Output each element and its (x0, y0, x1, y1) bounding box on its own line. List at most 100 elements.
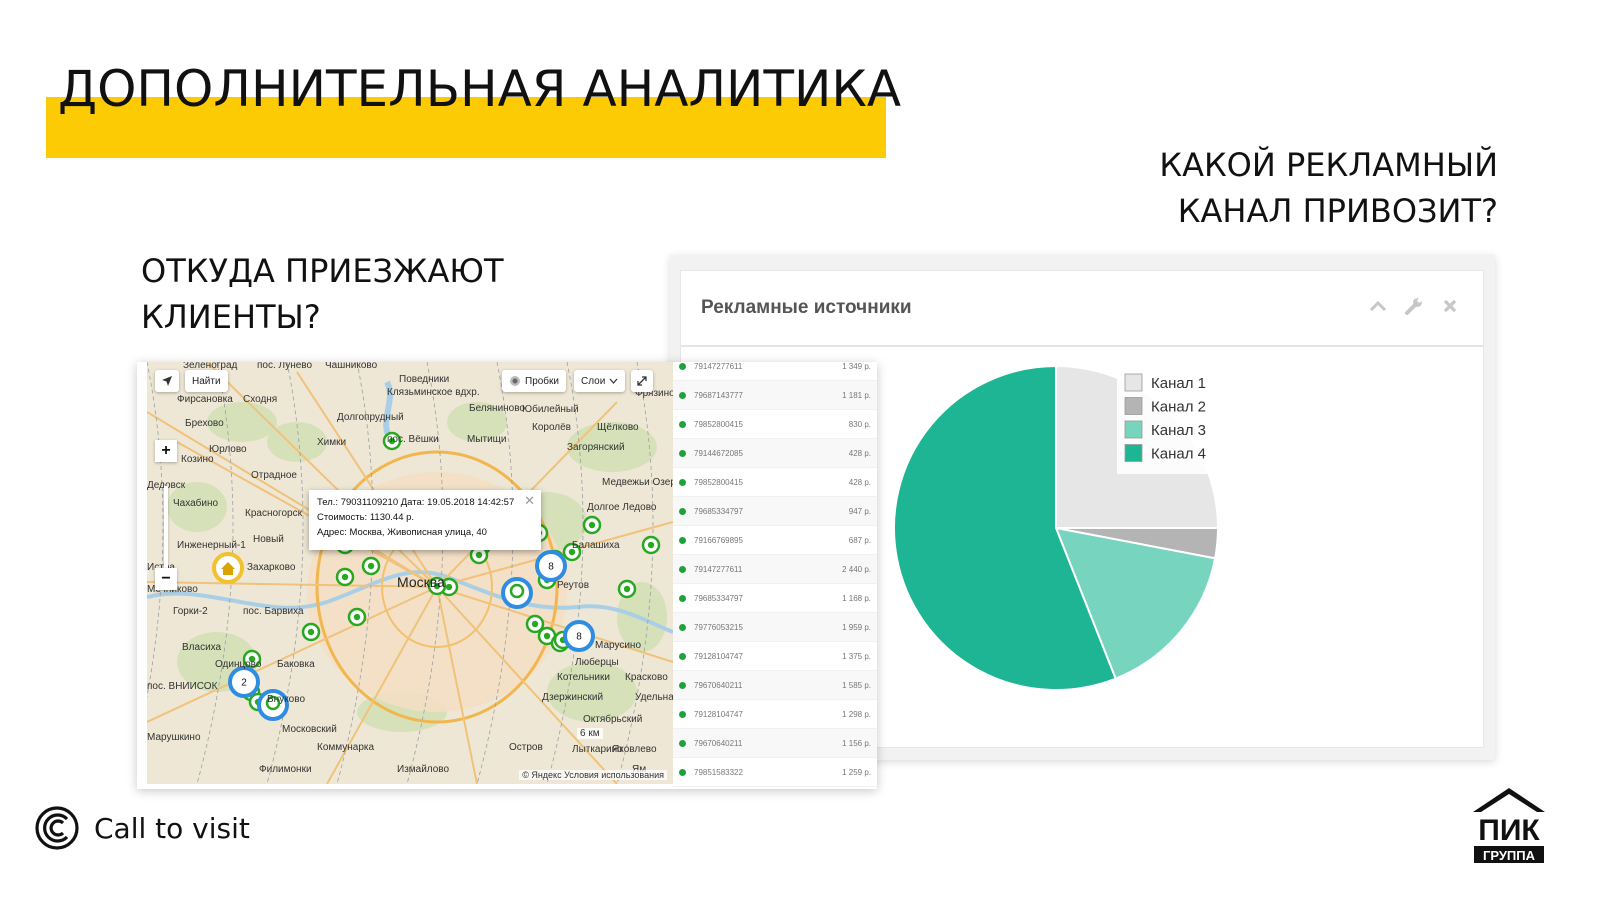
office-home-marker[interactable] (212, 552, 244, 584)
zoom-in-button[interactable]: + (155, 440, 177, 462)
client-marker[interactable] (582, 515, 602, 535)
call-price: 1 375 р. (842, 651, 871, 661)
map-place-label: Власиха (182, 642, 222, 653)
client-marker[interactable] (617, 579, 637, 599)
fullscreen-button[interactable] (631, 370, 653, 392)
map-place-label: Новый (253, 534, 284, 545)
client-marker[interactable] (641, 535, 661, 555)
call-row[interactable]: 79128104747 1 298 р. (673, 700, 877, 729)
call-row[interactable]: 79851583322 1 259 р. (673, 758, 877, 787)
map-place-label: Захарково (247, 562, 296, 573)
call-row[interactable]: 79144672085 428 р. (673, 439, 877, 468)
marker-cluster[interactable]: 2 (228, 666, 260, 698)
map-place-label: Московский (282, 724, 337, 735)
legend-swatch-2 (1124, 397, 1143, 415)
popup-cost: Стоимость: 1130.44 р. (317, 512, 415, 523)
status-dot-icon (679, 507, 686, 515)
map-place-label: Коммунарка (317, 742, 375, 753)
call-row[interactable]: 79147277611 2 440 р. (673, 555, 877, 584)
legend-swatch-3 (1124, 420, 1143, 439)
call-row[interactable]: 79852800415 830 р. (673, 410, 877, 439)
call-phone: 79144672085 (694, 448, 743, 458)
close-icon (1443, 299, 1457, 313)
call-row[interactable]: 79670640211 1 156 р. (673, 729, 877, 758)
map-place-label: Чашниково (325, 362, 378, 371)
map-place-label: Удельная (635, 692, 673, 703)
marker-cluster[interactable] (501, 577, 533, 609)
settings-button[interactable] (1403, 295, 1425, 317)
client-marker[interactable] (301, 622, 321, 642)
map-place-label: пос. Барвиха (243, 606, 304, 617)
call-to-visit-mark-icon (35, 806, 79, 850)
map-place-label: Юрлово (209, 444, 247, 455)
call-row[interactable]: 79670640211 1 585 р. (673, 671, 877, 700)
map-place-label: Балашиха (572, 540, 620, 551)
client-marker[interactable] (335, 567, 355, 587)
call-row[interactable]: 79166769895 687 р. (673, 526, 877, 555)
map-place-label: Королёв (532, 422, 571, 433)
call-price: 1 181 р. (842, 390, 871, 400)
map-scale: 6 км (577, 728, 603, 739)
call-to-visit-text: Call to visit (94, 811, 250, 845)
map-with-calls: 882 Зеленоград пос. Лунево Чашниково Поведн… (137, 362, 877, 789)
call-phone: 79147277611 (694, 362, 743, 371)
client-marker[interactable] (361, 556, 381, 576)
question-ad-channel: КАКОЙ РЕКЛАМНЫЙ КАНАЛ ПРИВОЗИТ? (1159, 142, 1498, 234)
call-price: 830 р. (848, 419, 871, 429)
collapse-button[interactable] (1367, 295, 1389, 317)
popup-address: Адрес: Москва, Живописная улица, 40 (317, 527, 487, 538)
question-client-origin-line-2: КЛИЕНТЫ? (141, 298, 321, 336)
close-panel-button[interactable] (1439, 295, 1461, 317)
call-row[interactable]: 79685334797 1 168 р. (673, 584, 877, 613)
slide-title: ДОПОЛНИТЕЛЬНАЯ АНАЛИТИКА (58, 60, 902, 118)
map-search-button[interactable]: Найти (185, 370, 228, 392)
status-dot-icon (679, 449, 686, 457)
layers-button[interactable]: Слои (574, 370, 626, 392)
marker-cluster[interactable]: 8 (535, 550, 567, 582)
status-dot-icon (679, 768, 686, 776)
map-place-label: Горки-2 (173, 606, 208, 617)
map-scale-label: 6 км (580, 728, 600, 739)
map-place-label: Чахабино (173, 498, 219, 509)
question-client-origin-line-1: ОТКУДА ПРИЕЗЖАЮТ (141, 252, 504, 290)
call-row[interactable]: 79685334797 947 р. (673, 497, 877, 526)
call-row[interactable]: 79687143777 1 181 р. (673, 381, 877, 410)
traffic-button[interactable]: Пробки (502, 370, 566, 392)
call-phone: 79776053215 (694, 622, 743, 632)
cluster-count: 2 (241, 678, 247, 689)
call-row[interactable]: 79852800415 428 р. (673, 468, 877, 497)
map-place-label: пос. ВНИИСОК (147, 681, 218, 692)
call-phone: 79147277611 (694, 564, 743, 574)
legend-swatch-1 (1124, 373, 1143, 392)
traffic-label: Пробки (525, 375, 559, 387)
status-dot-icon (679, 652, 686, 660)
map-search-label: Найти (192, 375, 221, 387)
map-place-label: Загорянский (567, 442, 625, 453)
map-place-label: Долгопрудный (337, 412, 404, 423)
status-dot-icon (679, 362, 686, 370)
marker-cluster[interactable]: 8 (563, 620, 595, 652)
map-place-label: Марусино (595, 640, 642, 651)
clients-map[interactable]: 882 Зеленоград пос. Лунево Чашниково Поведн… (147, 362, 673, 784)
zoom-out-button[interactable]: − (155, 568, 177, 590)
call-row[interactable]: 79147277611 1 349 р. (673, 362, 877, 381)
status-dot-icon (679, 478, 686, 486)
call-price: 1 156 р. (842, 738, 871, 748)
legend-label-2: Канал 2 (1151, 399, 1206, 416)
call-price: 1 298 р. (842, 709, 871, 719)
map-place-label: Фирсановка (177, 394, 233, 405)
map-place-label: пос. Вёшки (387, 434, 439, 445)
call-row[interactable]: 79776053215 1 959 р. (673, 613, 877, 642)
popup-close-button[interactable]: ✕ (524, 493, 535, 508)
map-place-label: Беляниново (469, 403, 525, 414)
call-price: 687 р. (848, 535, 871, 545)
map-place-label: Химки (317, 437, 347, 448)
call-price: 428 р. (848, 477, 871, 487)
location-arrow-icon (162, 376, 172, 386)
call-row[interactable]: 79128104747 1 375 р. (673, 642, 877, 671)
client-marker[interactable] (347, 607, 367, 627)
map-place-label: Марушкино (147, 732, 201, 743)
geolocation-button[interactable] (155, 370, 179, 392)
map-place-label: Клязьминское вдхр. (387, 387, 480, 398)
map-copyright[interactable]: © Яндекс Условия использования (519, 770, 667, 780)
